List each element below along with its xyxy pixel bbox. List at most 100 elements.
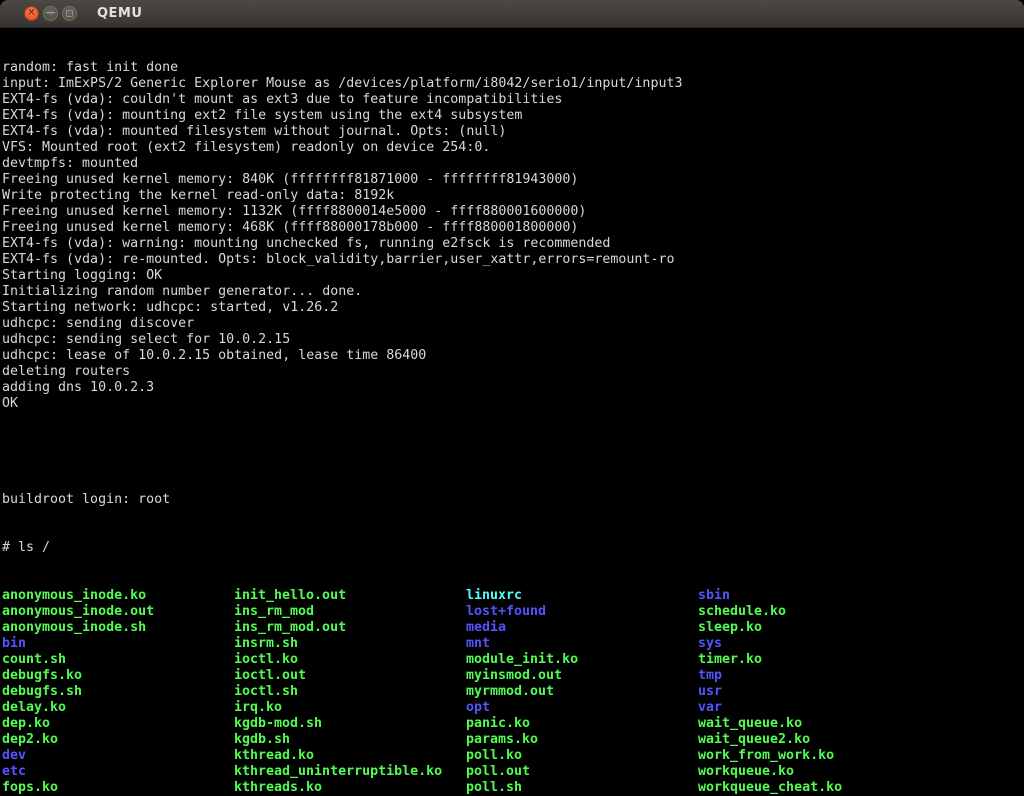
title-bar[interactable]: ✕ — □ QEMU [0,0,1024,28]
terminal-line: udhcpc: sending discover [2,316,1024,332]
file-entry: dep2.ko [2,732,234,748]
file-entry: bin [2,636,234,652]
terminal-line: VFS: Mounted root (ext2 filesystem) read… [2,140,1024,156]
boot-log: random: fast init doneinput: ImExPS/2 Ge… [2,60,1024,412]
file-entry: delay.ko [2,700,234,716]
file-entry: usr [698,684,722,700]
file-entry: myinsmod.out [466,668,698,684]
file-entry: work_from_work.ko [698,748,834,764]
minimize-button[interactable]: — [43,6,58,21]
terminal-line: udhcpc: sending select for 10.0.2.15 [2,332,1024,348]
ls-row: bininsrm.shmntsys [2,636,1024,652]
file-entry: media [466,620,698,636]
file-entry: wait_queue.ko [698,716,802,732]
ls-row: dep2.kokgdb.shparams.kowait_queue2.ko [2,732,1024,748]
terminal-line: input: ImExPS/2 Generic Explorer Mouse a… [2,76,1024,92]
file-entry: poll.ko [466,748,698,764]
terminal-line: EXT4-fs (vda): mounted filesystem withou… [2,124,1024,140]
ls-command-line: # ls / [2,540,1024,556]
file-entry: sys [698,636,722,652]
file-entry: panic.ko [466,716,698,732]
file-entry: wait_queue2.ko [698,732,810,748]
file-entry: poll.sh [466,780,698,796]
ls-row: anonymous_inode.shins_rm_mod.outmediasle… [2,620,1024,636]
login-line: buildroot login: root [2,492,1024,508]
ls-output: anonymous_inode.koinit_hello.outlinuxrcs… [2,588,1024,796]
file-entry: sbin [698,588,730,604]
terminal-line: Starting logging: OK [2,268,1024,284]
terminal-line: OK [2,396,1024,412]
file-entry: module_init.ko [466,652,698,668]
ls-row: delay.koirq.kooptvar [2,700,1024,716]
file-entry: opt [466,700,698,716]
ls-row: etckthread_uninterruptible.kopoll.outwor… [2,764,1024,780]
close-button[interactable]: ✕ [24,6,39,21]
file-entry: ioctl.out [234,668,466,684]
file-entry: myrmmod.out [466,684,698,700]
window-title: QEMU [97,6,142,21]
file-entry: tmp [698,668,722,684]
close-icon: ✕ [27,8,35,18]
terminal-screen[interactable]: random: fast init doneinput: ImExPS/2 Ge… [0,28,1024,796]
terminal-line: udhcpc: lease of 10.0.2.15 obtained, lea… [2,348,1024,364]
file-entry: anonymous_inode.ko [2,588,234,604]
file-entry: kgdb-mod.sh [234,716,466,732]
file-entry: ins_rm_mod [234,604,466,620]
ls-row: devkthread.kopoll.kowork_from_work.ko [2,748,1024,764]
file-entry: params.ko [466,732,698,748]
file-entry: count.sh [2,652,234,668]
file-entry: dev [2,748,234,764]
terminal-line: Initializing random number generator... … [2,284,1024,300]
file-entry: timer.ko [698,652,762,668]
file-entry: debugfs.sh [2,684,234,700]
terminal-line: random: fast init done [2,60,1024,76]
maximize-button[interactable]: □ [62,6,77,21]
terminal-line: EXT4-fs (vda): warning: mounting uncheck… [2,236,1024,252]
terminal-line: EXT4-fs (vda): couldn't mount as ext3 du… [2,92,1024,108]
file-entry: irq.ko [234,700,466,716]
file-entry: kthread_uninterruptible.ko [234,764,466,780]
terminal-line: EXT4-fs (vda): mounting ext2 file system… [2,108,1024,124]
ls-row: anonymous_inode.koinit_hello.outlinuxrcs… [2,588,1024,604]
file-entry: anonymous_inode.out [2,604,234,620]
ls-row: dep.kokgdb-mod.shpanic.kowait_queue.ko [2,716,1024,732]
file-entry: poll.out [466,764,698,780]
ls-row: anonymous_inode.outins_rm_modlost+founds… [2,604,1024,620]
ls-row: debugfs.shioctl.shmyrmmod.outusr [2,684,1024,700]
file-entry: ins_rm_mod.out [234,620,466,636]
file-entry: kgdb.sh [234,732,466,748]
terminal-line: Freeing unused kernel memory: 468K (ffff… [2,220,1024,236]
terminal-line: Freeing unused kernel memory: 1132K (fff… [2,204,1024,220]
blank-line [2,444,1024,460]
file-entry: dep.ko [2,716,234,732]
terminal-line: Write protecting the kernel read-only da… [2,188,1024,204]
terminal-line: devtmpfs: mounted [2,156,1024,172]
terminal-line: EXT4-fs (vda): re-mounted. Opts: block_v… [2,252,1024,268]
maximize-icon: □ [66,9,74,17]
file-entry: linuxrc [466,588,698,604]
file-entry: mnt [466,636,698,652]
file-entry: workqueue.ko [698,764,794,780]
terminal-line: Starting network: udhcpc: started, v1.26… [2,300,1024,316]
file-entry: etc [2,764,234,780]
terminal-line: deleting routers [2,364,1024,380]
file-entry: insrm.sh [234,636,466,652]
file-entry: anonymous_inode.sh [2,620,234,636]
file-entry: fops.ko [2,780,234,796]
file-entry: kthreads.ko [234,780,466,796]
file-entry: lost+found [466,604,698,620]
ls-row: fops.kokthreads.kopoll.shworkqueue_cheat… [2,780,1024,796]
minimize-icon: — [46,8,56,18]
file-entry: ioctl.sh [234,684,466,700]
file-entry: init_hello.out [234,588,466,604]
file-entry: sleep.ko [698,620,762,636]
file-entry: workqueue_cheat.ko [698,780,842,796]
qemu-window: ✕ — □ QEMU random: fast init doneinput: … [0,0,1024,796]
file-entry: debugfs.ko [2,668,234,684]
ls-row: debugfs.koioctl.outmyinsmod.outtmp [2,668,1024,684]
terminal-line: adding dns 10.0.2.3 [2,380,1024,396]
file-entry: var [698,700,722,716]
file-entry: kthread.ko [234,748,466,764]
file-entry: ioctl.ko [234,652,466,668]
ls-row: count.shioctl.komodule_init.kotimer.ko [2,652,1024,668]
